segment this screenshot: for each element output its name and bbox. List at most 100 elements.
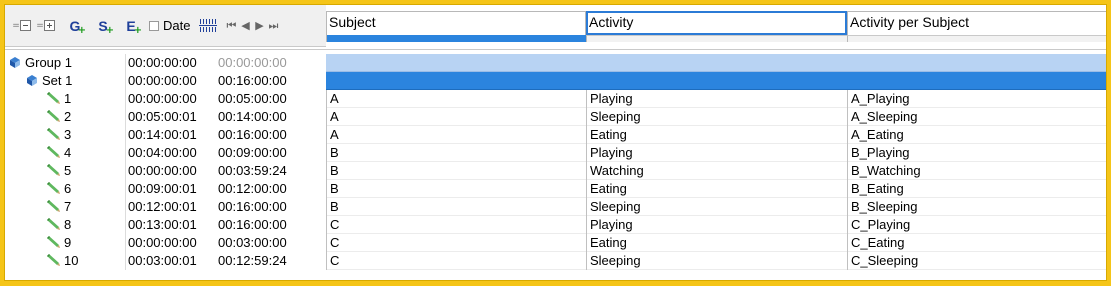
event-end[interactable]: 00:12:00:00 [218,180,287,198]
date-checkbox[interactable] [149,20,159,31]
add-event-button[interactable]: E + [119,14,143,38]
tree-row-event[interactable]: 5 [5,162,125,180]
column-header-subject[interactable]: Subject [326,11,586,35]
cell-subject[interactable]: B [326,162,586,180]
time-row-event: 00:04:00:00 00:09:00:00 [126,144,325,162]
cell-subject[interactable]: B [326,144,586,162]
cell-subject[interactable]: A [326,108,586,126]
cell-activity[interactable]: Eating [586,234,847,252]
tree-row-event[interactable]: 1 [5,90,125,108]
previous-icon[interactable]: ◀ [238,19,252,32]
event-start[interactable]: 00:03:00:01 [128,252,206,270]
column-header-activity-per-subject[interactable]: Activity per Subject [847,11,1106,35]
event-end[interactable]: 00:16:00:00 [218,198,287,216]
toolbar: = = G + S + E + Date ⏮ ◀ ▶ ⏭ [5,5,326,47]
cell-subject[interactable]: A [326,90,586,108]
tree-row-event[interactable]: 2 [5,108,125,126]
event-end[interactable]: 00:14:00:00 [218,108,287,126]
event-start[interactable]: 00:00:00:00 [128,162,206,180]
event-end[interactable]: 00:12:59:24 [218,252,287,270]
cell-activity[interactable]: Playing [586,144,847,162]
time-row-event: 00:03:00:01 00:12:59:24 [126,252,325,270]
set-icon [27,75,37,86]
event-end[interactable]: 00:03:59:24 [218,162,287,180]
event-start[interactable]: 00:14:00:01 [128,126,206,144]
next-icon[interactable]: ▶ [252,19,266,32]
cell-subject[interactable]: B [326,180,586,198]
cell-activity-per-subject[interactable]: C_Sleeping [847,252,1106,270]
time-row-event: 00:14:00:01 00:16:00:00 [126,126,325,144]
cell-activity-per-subject[interactable]: A_Sleeping [847,108,1106,126]
cell-activity[interactable]: Playing [586,216,847,234]
cell-subject[interactable]: A [326,126,586,144]
tree-row-event[interactable]: 9 [5,234,125,252]
date-toggle[interactable]: Date [149,18,190,33]
cell-activity-per-subject[interactable]: A_Playing [847,90,1106,108]
cell-activity-per-subject[interactable]: C_Eating [847,234,1106,252]
time-row-event: 00:13:00:01 00:16:00:00 [126,216,325,234]
tree-row-event[interactable]: 6 [5,180,125,198]
cell-activity-per-subject[interactable]: B_Watching [847,162,1106,180]
event-start[interactable]: 00:12:00:01 [128,198,206,216]
event-start[interactable]: 00:00:00:00 [128,90,206,108]
event-start[interactable]: 00:09:00:01 [128,180,206,198]
cell-subject[interactable]: B [326,198,586,216]
cell-activity[interactable]: Sleeping [586,198,847,216]
last-icon[interactable]: ⏭ [266,19,280,33]
cell-activity[interactable]: Eating [586,180,847,198]
cell-subject[interactable]: C [326,234,586,252]
cell-activity-per-subject[interactable]: B_Sleeping [847,198,1106,216]
event-end[interactable]: 00:16:00:00 [218,216,287,234]
tree-row-set[interactable]: Set 1 [5,72,125,90]
split-icon[interactable] [196,14,220,38]
collapse-all-icon[interactable]: = [11,14,35,38]
column-header-activity[interactable]: Activity [586,11,847,35]
cell-activity[interactable]: Sleeping [586,252,847,270]
table-row: B Playing B_Playing [326,144,1106,162]
column-bar-activity [586,35,847,42]
event-start[interactable]: 00:05:00:01 [128,108,206,126]
cell-activity-per-subject[interactable]: B_Playing [847,144,1106,162]
add-set-button[interactable]: S + [91,14,115,38]
event-start[interactable]: 00:00:00:00 [128,234,206,252]
tree-row-event[interactable]: 7 [5,198,125,216]
event-pencil-icon [47,254,60,266]
add-group-button[interactable]: G + [63,14,87,38]
time-row-set: 00:00:00:00 00:16:00:00 [126,72,325,90]
cell-subject[interactable]: C [326,216,586,234]
time-row-group: 00:00:00:00 00:00:00:00 [126,54,325,72]
tree-row-event[interactable]: 8 [5,216,125,234]
cell-activity[interactable]: Sleeping [586,108,847,126]
first-icon[interactable]: ⏮ [224,19,238,33]
event-pencil-icon [47,146,60,158]
event-end[interactable]: 00:03:00:00 [218,234,287,252]
cell-activity[interactable]: Watching [586,162,847,180]
time-row-event: 00:00:00:00 00:03:00:00 [126,234,325,252]
set-start: 00:00:00:00 [128,73,197,88]
cell-activity-per-subject[interactable]: A_Eating [847,126,1106,144]
event-end[interactable]: 00:09:00:00 [218,144,287,162]
cell-activity-per-subject[interactable]: B_Eating [847,180,1106,198]
event-pencil-icon [47,182,60,194]
cell-activity-per-subject[interactable]: C_Playing [847,216,1106,234]
tree-row-event[interactable]: 4 [5,144,125,162]
expand-all-icon[interactable]: = [35,14,59,38]
column-headers: Subject Activity Activity per Subject [326,5,1106,47]
table-row: C Eating C_Eating [326,234,1106,252]
event-end[interactable]: 00:05:00:00 [218,90,287,108]
event-end[interactable]: 00:16:00:00 [218,126,287,144]
cell-activity[interactable]: Playing [586,90,847,108]
cell-activity[interactable]: Eating [586,126,847,144]
event-start[interactable]: 00:13:00:01 [128,216,206,234]
tree-row-event[interactable]: 3 [5,126,125,144]
set-end: 00:16:00:00 [218,73,287,88]
event-pencil-icon [47,236,60,248]
tree-row-event[interactable]: 10 [5,252,125,270]
group-start: 00:00:00:00 [128,55,197,70]
event-start[interactable]: 00:04:00:00 [128,144,206,162]
time-column: 00:00:00:00 00:00:00:00 00:00:00:00 00:1… [125,54,325,270]
tree-row-group[interactable]: Group 1 [5,54,125,72]
tree: Group 1 Set 1 1 2 3 4 5 6 7 8 9 10 [5,54,125,270]
cell-subject[interactable]: C [326,252,586,270]
event-pencil-icon [47,110,60,122]
